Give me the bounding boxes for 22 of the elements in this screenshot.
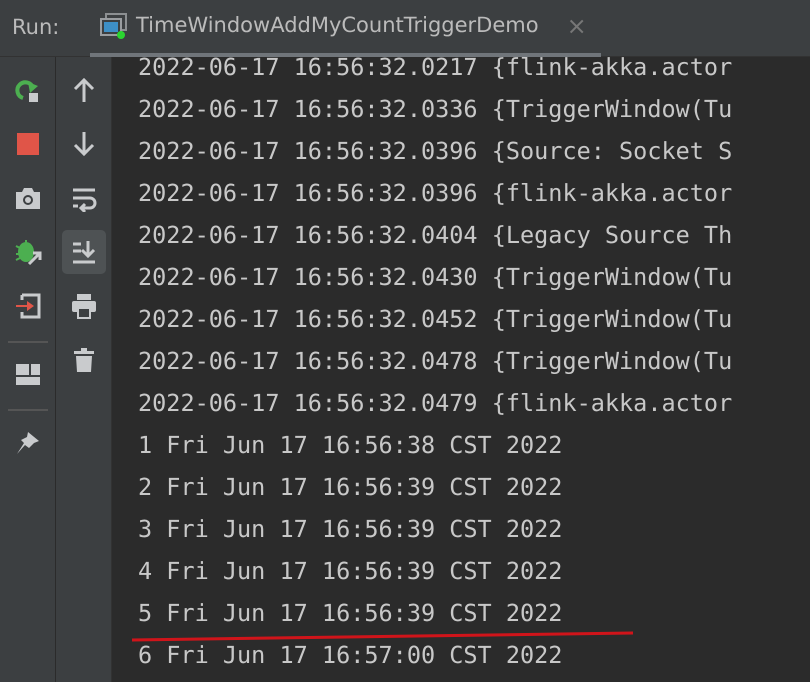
console-line: 2 Fri Jun 17 16:56:39 CST 2022	[138, 472, 562, 502]
console-line: 4 Fri Jun 17 16:56:39 CST 2022	[138, 556, 562, 586]
console-line: 2022-06-17 16:56:32.0479 {flink-akka.actor	[138, 388, 732, 418]
debug-icon	[14, 238, 42, 266]
console-line: 5 Fri Jun 17 16:56:39 CST 2022	[138, 598, 562, 628]
run-label: Run:	[11, 14, 60, 42]
printer-icon	[70, 292, 98, 320]
run-tab[interactable]: TimeWindowAddMyCountTriggerDemo ×	[90, 0, 601, 56]
console-line: 2022-06-17 16:56:32.0217 {flink-akka.actor	[138, 57, 732, 82]
console-line: 1 Fri Jun 17 16:56:38 CST 2022	[138, 430, 562, 460]
console-line: 2022-06-17 16:56:32.0396 {Source: Socket S	[138, 136, 732, 166]
scroll-to-end-button[interactable]	[62, 230, 106, 274]
console-line: 3 Fri Jun 17 16:56:39 CST 2022	[138, 514, 562, 544]
console-line: 6 Fri Jun 17 16:57:00 CST 2022	[138, 640, 562, 670]
console-line: 2022-06-17 16:56:32.0430 {TriggerWindow(Tu	[138, 262, 732, 292]
console-line: 2022-06-17 16:56:32.0452 {TriggerWindow(Tu	[138, 304, 732, 334]
console-line: 2022-06-17 16:56:32.0478 {TriggerWindow(Tu	[138, 346, 732, 376]
console-line: 2022-06-17 16:56:32.0396 {flink-akka.actor	[138, 178, 732, 208]
console-line: 2022-06-17 16:56:32.0336 {TriggerWindow(Tu	[138, 94, 732, 124]
console-line: 2022-06-17 16:56:32.0404 {Legacy Source Th	[138, 220, 732, 250]
exit-icon	[14, 292, 42, 320]
application-icon	[100, 13, 128, 39]
